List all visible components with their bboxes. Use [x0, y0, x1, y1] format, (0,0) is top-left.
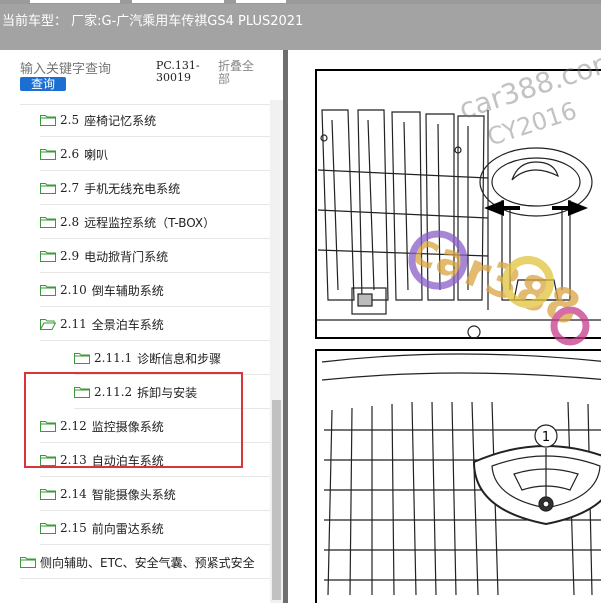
current-model-title: 当前车型： 厂家:G-广汽乘用车传祺GS4 PLUS2021	[2, 14, 304, 29]
folder-icon	[40, 284, 56, 296]
tree-item-label: 自动泊车系统	[91, 453, 164, 468]
tree-item[interactable]: 2.5 座椅记忆系统	[40, 104, 270, 137]
tree-item-number: 2.10	[60, 283, 87, 297]
tree-item[interactable]: 2.7 手机无线充电系统	[40, 172, 270, 205]
tree-item-label: 倒车辅助系统	[91, 283, 164, 298]
top-bar: 当前车型： 厂家:G-广汽乘用车传祺GS4 PLUS2021	[0, 0, 601, 50]
tree-item-label: 前向雷达系统	[91, 521, 164, 536]
tree-item-number: 2.8	[60, 215, 80, 229]
tree-item-number: 2.11	[60, 317, 87, 331]
tree-item-label: 全景泊车系统	[91, 317, 164, 332]
tree-item-label: 远程监控系统（T-BOX）	[84, 215, 216, 230]
tree-item[interactable]: 2.11.1 诊断信息和步骤	[74, 342, 270, 375]
tree-item[interactable]: 2.9 电动掀背门系统	[40, 240, 270, 273]
tree-item[interactable]: 2.8 远程监控系统（T-BOX）	[40, 206, 270, 239]
tree-item-number: 2.13	[60, 453, 87, 467]
tree-item-label: 监控摄像系统	[91, 419, 164, 434]
tree-item-number: 2.11.1	[94, 351, 133, 365]
tree-item-label: 座椅记忆系统	[84, 113, 157, 128]
diagram-view: 1 car388 car388.com CY2016	[288, 50, 601, 603]
folder-icon	[40, 250, 56, 262]
tree-item[interactable]: 2.15 前向雷达系统	[40, 512, 270, 545]
scrollbar-thumb[interactable]	[272, 400, 281, 600]
toc-tree: 2.5 座椅记忆系统 2.6 喇叭 2.7 手机无线充电系统 2.8 远程监控系统（T-BOX…	[0, 100, 270, 603]
tree-item-number: 2.7	[60, 181, 80, 195]
toc-panel: 查询 PC.131-30019 折叠全部 2.5 座椅记忆系统 2.6 喇叭 2.7 手机…	[0, 50, 283, 603]
tree-item-number: 2.9	[60, 249, 80, 263]
tree-item-label: 诊断信息和步骤	[137, 351, 222, 366]
tree-item-number: 2.12	[60, 419, 87, 433]
engine-bay-diagram: 1 car388	[288, 50, 601, 603]
folder-icon	[40, 454, 56, 466]
tree-item-label: 手机无线充电系统	[84, 181, 181, 196]
folder-icon	[40, 114, 56, 126]
folder-icon	[20, 556, 36, 568]
tree-item[interactable]: 2.12 监控摄像系统	[40, 410, 270, 443]
tree-item-number: 2.6	[60, 147, 80, 161]
tree-item-number: 2.11.2	[94, 385, 133, 399]
folder-icon	[40, 148, 56, 160]
folder-icon	[74, 352, 90, 364]
folder-icon	[40, 488, 56, 500]
tree-item[interactable]: 2.11 全景泊车系统	[40, 308, 270, 341]
callout-number: 1	[542, 430, 550, 445]
tab-indicator[interactable]	[236, 0, 286, 3]
tree-item-label: 智能摄像头系统	[91, 487, 176, 502]
doc-code: PC.131-30019	[156, 59, 200, 84]
tree-item[interactable]: 2.13 自动泊车系统	[40, 444, 270, 477]
tree-item-number: 2.14	[60, 487, 87, 501]
tree-item[interactable]: 2.6 喇叭	[40, 138, 270, 171]
folder-icon	[40, 182, 56, 194]
tree-item-number: 2.5	[60, 113, 80, 127]
folder-open-icon	[40, 318, 56, 330]
scrollbar[interactable]	[270, 100, 283, 603]
search-input[interactable]	[20, 62, 148, 77]
tree-item-label: 电动掀背门系统	[84, 249, 169, 264]
tree-item-label: 拆卸与安装	[137, 385, 198, 400]
folder-icon	[40, 522, 56, 534]
tree-item-number: 2.15	[60, 521, 87, 535]
collapse-all-button[interactable]: 折叠全部	[218, 60, 258, 86]
tree-item[interactable]: 2.14 智能摄像头系统	[40, 478, 270, 511]
tree-item-label: 喇叭	[84, 147, 109, 162]
folder-icon	[74, 386, 90, 398]
tree-item[interactable]: 2.11.2 拆卸与安装	[74, 376, 270, 409]
tab-indicator[interactable]	[30, 0, 120, 3]
tab-indicator[interactable]	[132, 0, 224, 3]
tree-item[interactable]: 2.10 倒车辅助系统	[40, 274, 270, 307]
search-button[interactable]: 查询	[20, 77, 66, 91]
tab-strip	[0, 0, 601, 4]
tree-item-label: 侧向辅助、ETC、安全气囊、预紧式安全	[40, 555, 255, 570]
folder-icon	[40, 216, 56, 228]
folder-icon	[40, 420, 56, 432]
tree-item[interactable]: 侧向辅助、ETC、安全气囊、预紧式安全	[20, 546, 270, 579]
